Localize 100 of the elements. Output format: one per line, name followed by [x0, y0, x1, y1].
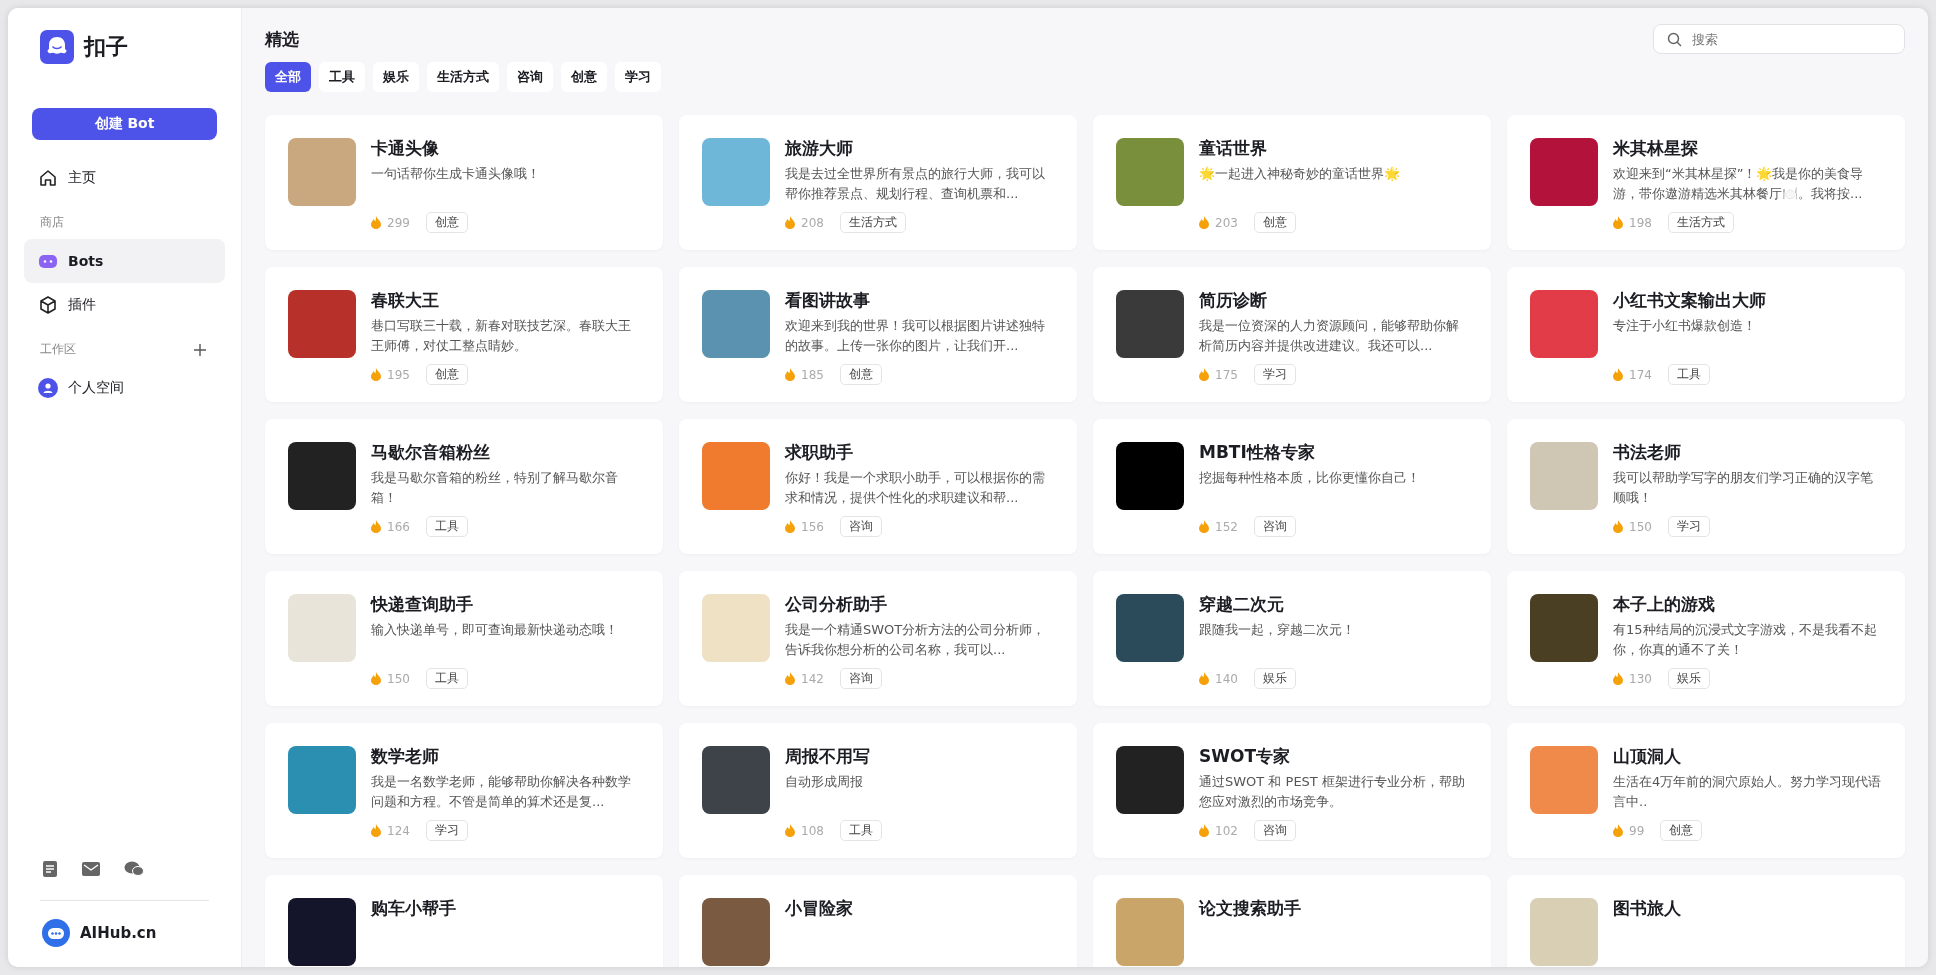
category-tab[interactable]: 全部: [265, 62, 311, 92]
bot-card[interactable]: 数学老师 我是一名数学老师，能够帮助你解决各种数学问题和方程。不管是简单的算术还是复... 124 学习: [265, 723, 663, 858]
category-tab[interactable]: 娱乐: [373, 62, 419, 92]
category-tag: 创意: [1660, 820, 1703, 841]
bot-description: 欢迎来到“米其林星探”！🌟我是你的美食导游，带你遨游精选米其林餐厅🍽。我将按...: [1613, 165, 1865, 203]
category-tab[interactable]: 生活方式: [427, 62, 499, 92]
category-tag: 创意: [839, 364, 882, 385]
bot-title: 书法老师: [1613, 441, 1682, 464]
bot-title: 论文搜索助手: [1199, 897, 1302, 920]
photo-placeholder: [1530, 898, 1598, 966]
usage-count: 150: [1629, 519, 1652, 534]
bot-title: 米其林星探: [1613, 137, 1699, 160]
bot-card[interactable]: 小冒险家: [679, 875, 1077, 967]
usage-count: 166: [387, 519, 410, 534]
logo-icon: [40, 30, 74, 64]
flame-icon: [1613, 520, 1623, 533]
category-tag: 工具: [839, 820, 882, 841]
search-field[interactable]: 搜索: [1653, 24, 1905, 54]
category-tag: 咨询: [1253, 820, 1296, 841]
bot-card[interactable]: 米其林星探 欢迎来到“米其林星探”！🌟我是你的美食导游，带你遨游精选米其林餐厅🍽。我将按... 198 生活方式: [1507, 115, 1905, 250]
nav-item[interactable]: 主页: [24, 156, 225, 200]
nav-item[interactable]: Bots: [24, 239, 225, 283]
photo-placeholder: [288, 898, 356, 966]
bot-card[interactable]: 马歇尔音箱粉丝 我是马歇尔音箱的粉丝，特别了解马歇尔音箱！ 166 工具: [265, 419, 663, 554]
plus-icon[interactable]: [193, 342, 207, 357]
category-tab[interactable]: 学习: [615, 62, 661, 92]
robot-icon: [42, 919, 70, 947]
photo-placeholder: [702, 594, 770, 662]
photo-placeholder: [702, 138, 770, 206]
category-tag: 学习: [1253, 364, 1296, 385]
photo-placeholder: [1530, 594, 1598, 662]
flame-icon: [1199, 520, 1209, 533]
mail-icon[interactable]: [82, 862, 100, 876]
flame-icon: [1613, 368, 1623, 381]
usage-count: 174: [1629, 367, 1652, 382]
bot-card[interactable]: 卡通头像 一句话帮你生成卡通头像哦！ 299 创意: [265, 115, 663, 250]
bot-title: 小红书文案输出大师: [1613, 289, 1767, 312]
usage-count: 102: [1215, 823, 1238, 838]
photo-placeholder: [1116, 442, 1184, 510]
nav-item[interactable]: 个人空间: [24, 366, 225, 410]
usage-count: 185: [801, 367, 824, 382]
photo-placeholder: [1116, 746, 1184, 814]
footer-text: AIHub.cn: [80, 924, 157, 942]
bot-card[interactable]: 快递查询助手 输入快递单号，即可查询最新快递动态哦！ 150 工具: [265, 571, 663, 706]
bot-card[interactable]: 山顶洞人 生活在4万年前的洞穴原始人。努力学习现代语言中.. 99 创意: [1507, 723, 1905, 858]
flame-icon: [1613, 216, 1623, 229]
nav-item[interactable]: 插件: [24, 283, 225, 327]
photo-placeholder: [288, 138, 356, 206]
bot-description: 欢迎来到我的世界！我可以根据图片讲述独特的故事。上传一张你的图片，让我们开...: [785, 317, 1046, 355]
usage-count: 99: [1629, 823, 1645, 838]
photo-placeholder: [288, 290, 356, 358]
bot-title: MBTI性格专家: [1199, 441, 1316, 464]
bot-card[interactable]: 小红书文案输出大师 专注于小红书爆款创造！ 174 工具: [1507, 267, 1905, 402]
logo-text: 扣子: [84, 33, 128, 61]
flame-icon: [371, 672, 381, 685]
bot-card[interactable]: 看图讲故事 欢迎来到我的世界！我可以根据图片讲述独特的故事。上传一张你的图片，让我们开... 185 创意: [679, 267, 1077, 402]
bot-title: 看图讲故事: [785, 289, 871, 312]
bot-card[interactable]: MBTI性格专家 挖掘每种性格本质，比你更懂你自己！ 152 咨询: [1093, 419, 1491, 554]
bot-card[interactable]: 公司分析助手 我是一个精通SWOT分析方法的公司分析师，告诉我你想分析的公司名称，我可以... 142 咨询: [679, 571, 1077, 706]
bot-description: 我是去过全世界所有景点的旅行大师，我可以帮你推荐景点、规划行程、查询机票和...: [785, 165, 1046, 203]
category-tab[interactable]: 工具: [319, 62, 365, 92]
photo-placeholder: [1530, 746, 1598, 814]
bot-title: 本子上的游戏: [1613, 593, 1716, 616]
bot-card[interactable]: 求职助手 你好！我是一个求职小助手，可以根据你的需求和情况，提供个性化的求职建议和帮... 156 咨询: [679, 419, 1077, 554]
bot-card[interactable]: 童话世界 🌟一起进入神秘奇妙的童话世界🌟 203 创意: [1093, 115, 1491, 250]
bot-title: 图书旅人: [1613, 897, 1682, 920]
category-tag: 生活方式: [839, 212, 906, 233]
bot-description: 有15种结局的沉浸式文字游戏，不是我看不起你，你真的通不了关！: [1613, 621, 1878, 659]
bot-card[interactable]: 书法老师 我可以帮助学写字的朋友们学习正确的汉字笔顺哦！ 150 学习: [1507, 419, 1905, 554]
category-tag: 工具: [425, 516, 468, 537]
cube-icon: [38, 295, 58, 315]
category-tag: 娱乐: [1667, 668, 1710, 689]
photo-placeholder: [1116, 290, 1184, 358]
flame-icon: [785, 368, 795, 381]
bot-card[interactable]: 论文搜索助手: [1093, 875, 1491, 967]
bot-card[interactable]: 简历诊断 我是一位资深的人力资源顾问，能够帮助你解析简历内容并提供改进建议。我还可以... 175 学习: [1093, 267, 1491, 402]
category-tab[interactable]: 咨询: [507, 62, 553, 92]
bot-title: 穿越二次元: [1199, 593, 1285, 616]
flame-icon: [371, 368, 381, 381]
bot-card[interactable]: 图书旅人: [1507, 875, 1905, 967]
bot-card[interactable]: 购车小帮手: [265, 875, 663, 967]
chat-bubbles-icon[interactable]: [124, 861, 144, 877]
create-bot-button[interactable]: 创建 Bot: [32, 108, 217, 140]
category-tab[interactable]: 创意: [561, 62, 607, 92]
photo-placeholder: [288, 594, 356, 662]
usage-count: 175: [1215, 367, 1238, 382]
bot-title: 简历诊断: [1199, 289, 1268, 312]
document-icon[interactable]: [42, 860, 58, 878]
bot-card[interactable]: SWOT专家 通过SWOT 和 PEST 框架进行专业分析，帮助您应对激烈的市场竞争。 102 咨询: [1093, 723, 1491, 858]
bot-card[interactable]: 旅游大师 我是去过全世界所有景点的旅行大师，我可以帮你推荐景点、规划行程、查询机票和... 208 生活方式: [679, 115, 1077, 250]
user-icon: [38, 378, 58, 398]
bot-title: 春联大王: [371, 289, 440, 312]
usage-count: 150: [387, 671, 410, 686]
bot-card[interactable]: 本子上的游戏 有15种结局的沉浸式文字游戏，不是我看不起你，你真的通不了关！ 130 娱乐: [1507, 571, 1905, 706]
bot-card[interactable]: 春联大王 巷口写联三十载，新春对联技艺深。春联大王王师傅，对仗工整点睛妙。 195 创意: [265, 267, 663, 402]
category-tag: 工具: [425, 668, 468, 689]
bot-card[interactable]: 周报不用写 自动形成周报 108 工具: [679, 723, 1077, 858]
photo-placeholder: [1530, 442, 1598, 510]
category-tag: 创意: [425, 364, 468, 385]
bot-card[interactable]: 穿越二次元 跟随我一起，穿越二次元！ 140 娱乐: [1093, 571, 1491, 706]
